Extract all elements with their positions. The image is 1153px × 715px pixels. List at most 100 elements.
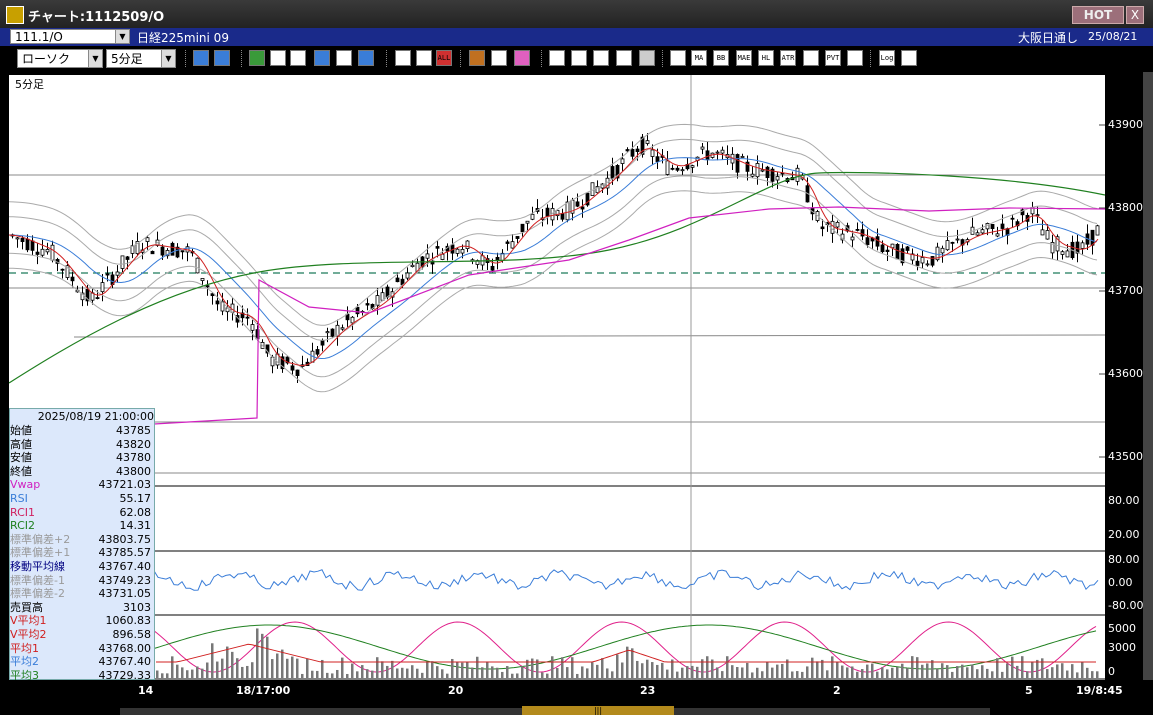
volume-bar	[561, 657, 564, 678]
volume-bar	[961, 664, 964, 678]
chevron-down-icon[interactable]: ▼	[88, 50, 102, 67]
all-icon[interactable]: ALL	[436, 50, 452, 66]
toolbar: ローソク ▼ 5分足 ▼ ALL MA BB MAE HL ATR PVT Log	[0, 46, 1153, 72]
zoom-icon[interactable]	[193, 50, 209, 66]
volume-bar	[486, 661, 489, 678]
info-row: V平均1 1060.83	[10, 615, 154, 627]
candle-body	[1035, 214, 1040, 217]
volume-bar	[986, 668, 989, 678]
volume-bar	[921, 664, 924, 678]
interval-select[interactable]: 5分足 ▼	[106, 49, 176, 68]
volume-bar	[621, 662, 624, 678]
volume-bar	[526, 659, 529, 678]
chart-canvas[interactable]: 5分足	[8, 75, 1106, 680]
cursor-icon[interactable]	[290, 50, 306, 66]
bb-icon[interactable]: BB	[713, 50, 729, 66]
volume-bar	[731, 665, 734, 678]
atr-icon[interactable]: ATR	[780, 50, 796, 66]
symbol-bar: 111.1/O ▼ 日経225mini 09 大阪日通し 25/08/21	[0, 28, 1153, 46]
volume-bar	[1066, 670, 1069, 678]
candle-body	[945, 240, 950, 251]
candle-body	[455, 248, 460, 254]
volume-bar	[771, 667, 774, 678]
mae-icon[interactable]: MAE	[736, 50, 752, 66]
symbol-select[interactable]: 111.1/O ▼	[10, 29, 130, 44]
volume-bar	[981, 665, 984, 678]
candle-body	[705, 150, 710, 161]
candle-body	[690, 165, 695, 168]
candle-body	[650, 149, 655, 157]
ma-icon[interactable]: MA	[691, 50, 707, 66]
volume-bar	[391, 660, 394, 678]
compare-icon[interactable]	[593, 50, 609, 66]
candle-body	[1000, 223, 1005, 229]
candle-body	[440, 253, 445, 260]
volume-bar	[636, 660, 639, 678]
tool-icon[interactable]	[491, 50, 507, 66]
pbr-icon[interactable]	[803, 50, 819, 66]
hl-icon[interactable]: HL	[758, 50, 774, 66]
volume-bar	[416, 668, 419, 678]
info-row-label: 安値	[10, 451, 32, 465]
candle-body	[700, 146, 705, 150]
candle-body	[1010, 217, 1015, 220]
pvt-icon[interactable]: PVT	[825, 50, 841, 66]
volume-bar	[936, 668, 939, 678]
chart-list-icon[interactable]	[670, 50, 686, 66]
candle-body	[340, 327, 345, 330]
volume-bar	[1061, 663, 1064, 678]
candle-body	[395, 277, 400, 283]
download-icon[interactable]	[549, 50, 565, 66]
candle-body	[975, 232, 980, 236]
candle-body	[490, 265, 495, 271]
candle-body	[170, 242, 175, 256]
volume-bar	[886, 669, 889, 678]
volume-bar	[781, 663, 784, 678]
candle-delete-icon[interactable]	[416, 50, 432, 66]
candle-body	[115, 271, 120, 276]
volume-bar	[841, 665, 844, 678]
volume-bar	[401, 667, 404, 678]
candle-body	[1060, 251, 1065, 255]
info-row-label: V平均1	[10, 614, 47, 628]
log-icon[interactable]: Log	[879, 50, 895, 66]
box-icon[interactable]	[847, 50, 863, 66]
candle-body	[15, 237, 20, 240]
candle-body	[830, 220, 835, 234]
candle-body	[990, 223, 995, 229]
toolbar-separator	[386, 50, 389, 67]
volume-bar	[171, 656, 174, 678]
volume-bar	[1051, 667, 1054, 678]
eraser-icon[interactable]	[270, 50, 286, 66]
chevron-down-icon[interactable]: ▼	[161, 50, 175, 67]
pvt-icon-label: PVT	[826, 54, 840, 62]
chevron-down-icon[interactable]: ▼	[115, 30, 129, 43]
memo-icon[interactable]	[336, 50, 352, 66]
volume-bar	[506, 666, 509, 678]
volume-bar	[766, 661, 769, 678]
close-button[interactable]: X	[1126, 6, 1144, 24]
volume-bar	[221, 658, 224, 678]
settings-icon[interactable]	[469, 50, 485, 66]
scrollbar-thumb[interactable]: |||	[522, 706, 674, 715]
window-icon[interactable]	[214, 50, 230, 66]
trash-icon[interactable]	[358, 50, 374, 66]
candle-body	[925, 263, 930, 266]
chart-type-select[interactable]: ローソク ▼	[17, 49, 103, 68]
search-icon[interactable]	[571, 50, 587, 66]
undo-icon[interactable]	[314, 50, 330, 66]
volume-bar	[596, 664, 599, 678]
pen-icon[interactable]	[249, 50, 265, 66]
candle-icon[interactable]	[395, 50, 411, 66]
info-row: 移動平均線 43767.40	[10, 561, 154, 573]
palette-icon[interactable]	[514, 50, 530, 66]
candle-body	[665, 160, 670, 175]
candle-body	[45, 249, 50, 253]
info-row-value: 14.31	[119, 519, 152, 533]
hot-button[interactable]: HOT	[1072, 6, 1124, 24]
candle-body	[145, 237, 150, 242]
exit-icon[interactable]	[901, 50, 917, 66]
chart-area[interactable]: 5分足	[8, 75, 1106, 680]
transfer-icon[interactable]	[616, 50, 632, 66]
note-icon[interactable]	[639, 50, 655, 66]
